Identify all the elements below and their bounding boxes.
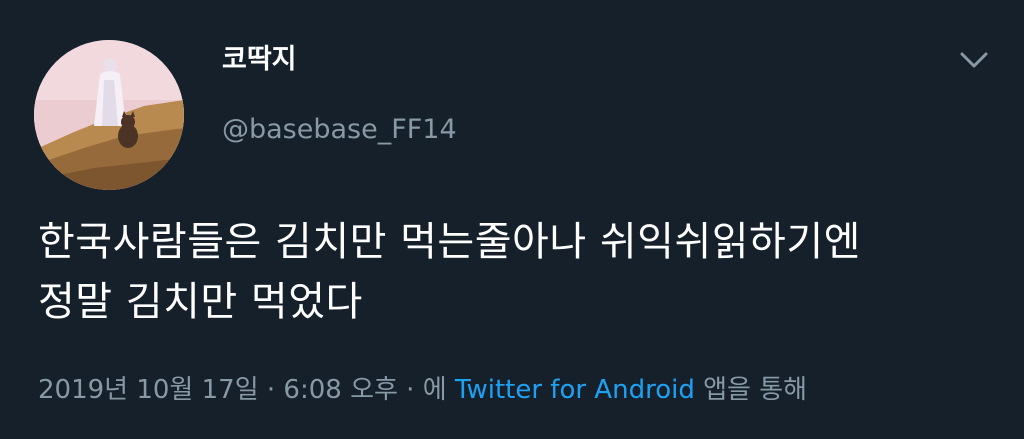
tweet-meta: 2019년 10월 17일 · 6:08 오후 · 에 Twitter for … [38, 373, 807, 407]
tweet-timestamp[interactable]: 2019년 10월 17일 · 6:08 오후 · 에 [38, 375, 447, 405]
chevron-down-icon[interactable] [956, 46, 992, 74]
source-link[interactable]: Twitter for Android [455, 375, 695, 405]
tweet-text-line: 한국사람들은 김치만 먹는줄아나 쉬익쉬읽하기엔 [38, 219, 861, 265]
source-suffix: 앱을 통해 [703, 375, 808, 405]
display-name[interactable]: 코딱지 [222, 43, 297, 77]
avatar[interactable] [34, 40, 184, 190]
avatar-image [34, 40, 184, 190]
tweet-card: 코딱지 @basebase_FF14 한국사람들은 김치만 먹는줄아나 쉬익쉬읽… [0, 0, 1024, 439]
tweet-text-line: 정말 김치만 먹었다 [38, 279, 363, 325]
tweet-text: 한국사람들은 김치만 먹는줄아나 쉬익쉬읽하기엔 정말 김치만 먹었다 [38, 212, 998, 332]
user-handle[interactable]: @basebase_FF14 [222, 113, 457, 147]
